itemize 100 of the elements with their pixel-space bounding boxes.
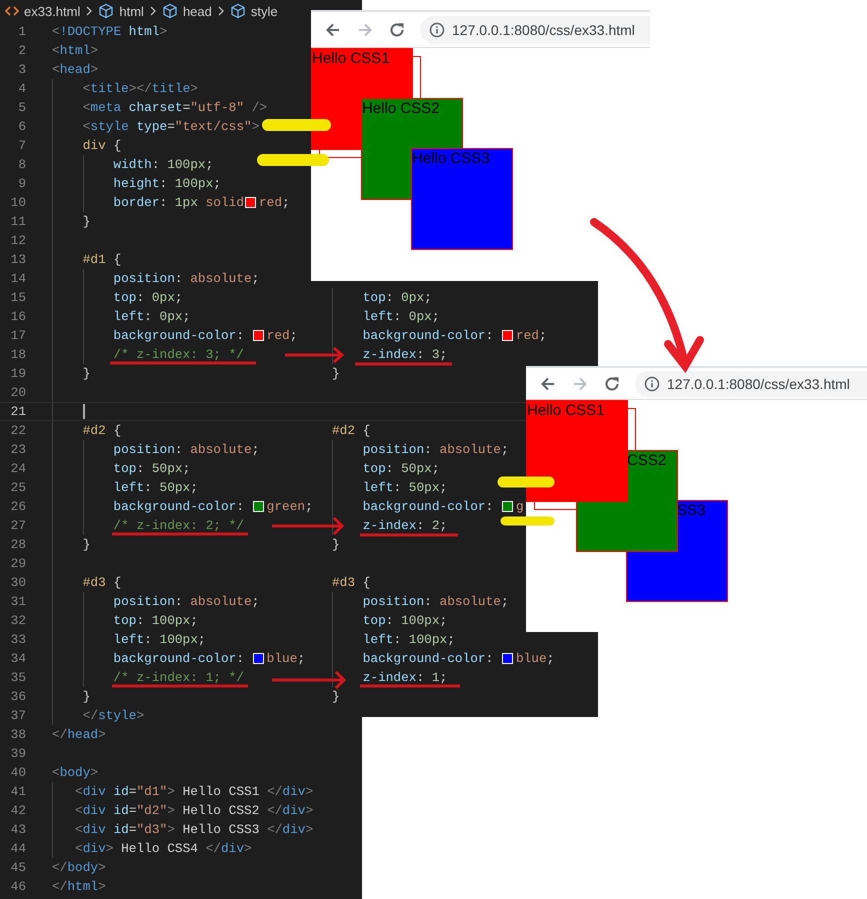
code-line: z-index: 3; bbox=[362, 347, 448, 362]
code-line: background-color: bbox=[362, 499, 494, 514]
line-number: 46 bbox=[10, 879, 26, 894]
breadcrumb-item[interactable]: ex33.html bbox=[5, 4, 80, 18]
code-line: top: 100px; bbox=[112, 613, 198, 628]
code-line: position: absolute; bbox=[112, 594, 260, 609]
line-number: 42 bbox=[10, 803, 26, 818]
line-number: 36 bbox=[10, 689, 26, 704]
code-line: <div> Hello CSS4 </div> bbox=[74, 841, 252, 856]
info-icon bbox=[429, 22, 445, 38]
line-number: 28 bbox=[10, 537, 26, 552]
line-number: 43 bbox=[10, 822, 26, 837]
code-line: position: absolute; bbox=[112, 271, 260, 286]
chevron-icon bbox=[216, 5, 225, 17]
line-number: 39 bbox=[10, 746, 26, 761]
chevron-icon bbox=[85, 5, 94, 17]
code-line: <div id="d3"> Hello CSS3 </div> bbox=[74, 822, 314, 837]
line-number: 18 bbox=[10, 347, 26, 362]
code-line: <style type="text/css"> bbox=[82, 119, 260, 134]
line-number: 16 bbox=[10, 309, 26, 324]
line-number: 5 bbox=[17, 100, 26, 115]
text-cursor bbox=[82, 404, 85, 419]
code-line: <meta charset="utf-8" /> bbox=[82, 100, 268, 115]
line-number: 31 bbox=[10, 594, 26, 609]
code-line: #d3 { bbox=[82, 575, 122, 590]
code-line: position: absolute; bbox=[112, 442, 260, 457]
code-line: /* z-index: 1; */ bbox=[112, 670, 244, 685]
highlight-mark bbox=[257, 154, 329, 166]
line-number: 10 bbox=[10, 195, 26, 210]
code-line: top: 100px; bbox=[362, 613, 448, 628]
line-number: 21 bbox=[10, 404, 26, 419]
code-line: <head> bbox=[52, 62, 98, 77]
line-number: 30 bbox=[10, 575, 26, 590]
line-number: 24 bbox=[10, 461, 26, 476]
code-line: blue; bbox=[516, 651, 554, 666]
code-line: <body> bbox=[52, 765, 98, 780]
code-icon bbox=[5, 5, 19, 17]
code-line: red; bbox=[516, 328, 547, 343]
line-number: 34 bbox=[10, 651, 26, 666]
div-block: Hello CSS1 bbox=[526, 400, 628, 502]
div-block: Hello CSS3 bbox=[411, 148, 513, 250]
line-number: 19 bbox=[10, 366, 26, 381]
line-number: 41 bbox=[10, 784, 26, 799]
code-line: left: 0px; bbox=[362, 309, 440, 324]
code-line: </style> bbox=[82, 708, 144, 723]
line-number: 35 bbox=[10, 670, 26, 685]
line-number: 20 bbox=[10, 385, 26, 400]
code-line: background-color: bbox=[112, 651, 245, 666]
code-line: #d1 { bbox=[82, 252, 122, 267]
code-line: background-color: bbox=[362, 328, 494, 343]
code-line: <title></title> bbox=[82, 81, 198, 96]
highlight-mark bbox=[498, 476, 554, 488]
line-number: 1 bbox=[17, 24, 26, 39]
code-line: </body> bbox=[52, 860, 106, 875]
line-number: 9 bbox=[17, 176, 26, 191]
cube-icon bbox=[162, 3, 178, 19]
arrow-mark bbox=[285, 346, 344, 364]
line-number: 4 bbox=[17, 81, 26, 96]
line-number: 38 bbox=[10, 727, 26, 742]
address-field[interactable]: 127.0.0.1:8080/css/ex33.html bbox=[635, 370, 867, 396]
code-line: } bbox=[82, 537, 90, 552]
line-number: 3 bbox=[17, 62, 26, 77]
code-line: left: 50px; bbox=[112, 480, 198, 495]
code-line: } bbox=[332, 537, 340, 552]
line-number: 17 bbox=[10, 328, 26, 343]
code-line: div { bbox=[82, 138, 122, 153]
cube-icon bbox=[230, 3, 246, 19]
breadcrumb-item[interactable]: style bbox=[230, 3, 278, 19]
code-line: left: 0px; bbox=[112, 309, 190, 324]
breadcrumb-item[interactable]: head bbox=[162, 3, 212, 19]
code-line: z-index: 1; bbox=[362, 670, 448, 685]
line-number: 45 bbox=[10, 860, 26, 875]
code-line: } bbox=[332, 689, 340, 704]
code-line: /* z-index: 2; */ bbox=[112, 518, 244, 533]
line-number: 13 bbox=[10, 252, 26, 267]
line-number: 22 bbox=[10, 423, 26, 438]
address-field[interactable]: 127.0.0.1:8080/css/ex33.html bbox=[420, 16, 650, 44]
code-line: top: 0px; bbox=[362, 290, 432, 305]
code-line: </head> bbox=[52, 727, 106, 742]
code-line: g bbox=[516, 499, 524, 514]
code-line: #d2 { bbox=[82, 423, 122, 438]
code-line: <div id="d1"> Hello CSS1 </div> bbox=[74, 784, 314, 799]
code-line: position: absolute; bbox=[362, 442, 509, 457]
line-number: 7 bbox=[17, 138, 26, 153]
code-line: red; bbox=[266, 328, 298, 343]
code-line: red; bbox=[259, 195, 290, 210]
code-line: width: 100px; bbox=[112, 157, 214, 172]
reload-icon bbox=[388, 20, 406, 38]
highlight-mark bbox=[500, 516, 554, 526]
line-number: 26 bbox=[10, 499, 26, 514]
line-number: 29 bbox=[10, 556, 26, 571]
line-number: 37 bbox=[10, 708, 26, 723]
code-line: background-color: bbox=[112, 499, 245, 514]
code-line: top: 50px; bbox=[362, 461, 440, 476]
line-number: 8 bbox=[17, 157, 26, 172]
code-line: green; bbox=[266, 499, 313, 514]
line-number: 12 bbox=[10, 233, 26, 248]
breadcrumb-item[interactable]: html bbox=[98, 3, 144, 19]
line-number: 27 bbox=[10, 518, 26, 533]
line-number: 33 bbox=[10, 632, 26, 647]
